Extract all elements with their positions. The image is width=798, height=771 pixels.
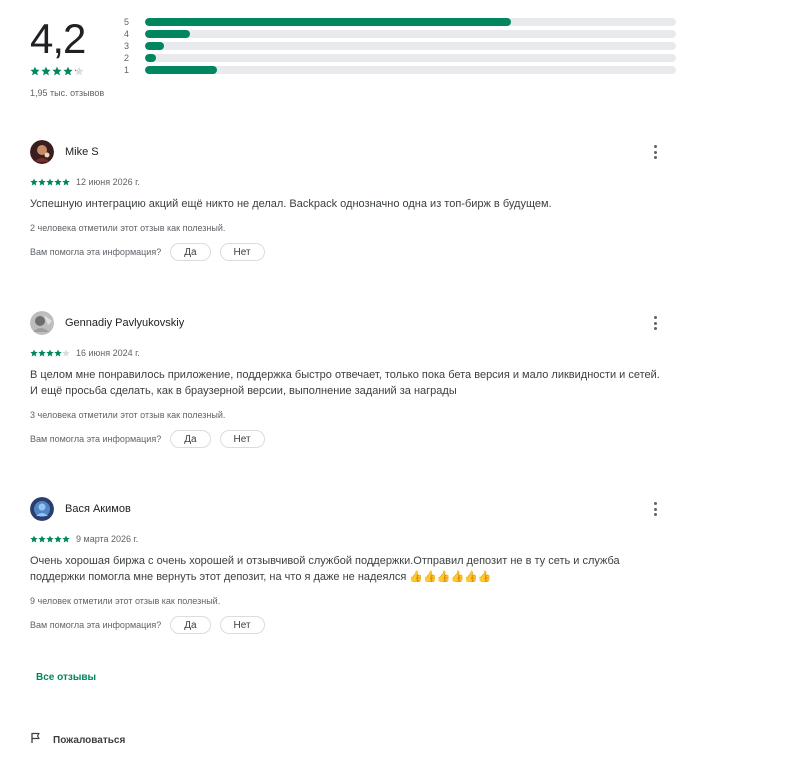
average-stars <box>30 66 104 78</box>
review-author: Вася Акимов <box>65 503 131 515</box>
distribution-track <box>145 30 676 38</box>
star-icon <box>30 66 40 76</box>
star-icon <box>74 66 84 76</box>
star-icon <box>38 349 46 357</box>
review-date: 9 марта 2026 г. <box>76 534 139 544</box>
star-icon <box>41 66 51 76</box>
star-icon <box>62 349 70 357</box>
star-icon <box>30 349 38 357</box>
star-icon <box>63 66 73 76</box>
flag-icon <box>30 731 42 749</box>
all-reviews-link[interactable]: Все отзывы <box>36 672 96 683</box>
review-author: Gennadiy Pavlyukovskiy <box>65 317 185 329</box>
star-icon <box>54 178 62 186</box>
helpful-question: Вам помогла эта информация? <box>30 247 162 257</box>
star-icon <box>38 535 46 543</box>
review-count: 1,95 тыс. отзывов <box>30 88 105 98</box>
star-icon <box>46 535 54 543</box>
rating-summary: 4,2 1,95 тыс. отзывов <box>30 14 104 98</box>
helpful-feedback: Вам помогла эта информация? Да Нет <box>30 430 670 448</box>
distribution-label: 2 <box>124 53 130 63</box>
distribution-fill <box>145 54 156 62</box>
no-button[interactable]: Нет <box>219 616 265 634</box>
star-icon <box>52 66 62 76</box>
avatar <box>30 311 54 335</box>
distribution-track <box>145 54 676 62</box>
star-icon <box>46 349 54 357</box>
review-date: 12 июня 2026 г. <box>76 177 140 187</box>
yes-button[interactable]: Да <box>170 430 211 448</box>
yes-button[interactable]: Да <box>170 243 211 261</box>
distribution-fill <box>145 18 512 26</box>
review-header: Вася Акимов <box>30 496 670 522</box>
distribution-row: 2 <box>124 52 676 64</box>
distribution-row: 1 <box>124 64 676 76</box>
review-stars <box>30 349 70 357</box>
helpful-count: 2 человека отметили этот отзыв как полез… <box>30 223 226 233</box>
report-label: Пожаловаться <box>53 734 126 746</box>
distribution-track <box>145 18 676 26</box>
distribution-label: 4 <box>124 29 130 39</box>
review-date: 16 июня 2024 г. <box>76 348 140 358</box>
review-meta: 16 июня 2024 г. <box>30 347 670 359</box>
distribution-row: 4 <box>124 28 676 40</box>
review-stars <box>30 535 70 543</box>
reviews-page: 4,2 1,95 тыс. отзывов 5 4 3 2 1 Mike S 12 ию… <box>0 0 798 771</box>
star-icon <box>62 535 70 543</box>
distribution-fill <box>145 30 191 38</box>
review-card: Gennadiy Pavlyukovskiy 16 июня 2024 г. В… <box>30 310 670 448</box>
distribution-row: 5 <box>124 16 676 28</box>
more-vert-icon[interactable] <box>648 502 662 516</box>
more-vert-icon[interactable] <box>648 145 662 159</box>
no-button[interactable]: Нет <box>219 243 265 261</box>
helpful-question: Вам помогла эта информация? <box>30 434 162 444</box>
review-stars <box>30 178 70 186</box>
yes-button[interactable]: Да <box>170 616 211 634</box>
review-author: Mike S <box>65 146 99 158</box>
more-vert-icon[interactable] <box>648 316 662 330</box>
report-button[interactable]: Пожаловаться <box>30 731 125 749</box>
review-header: Mike S <box>30 139 670 165</box>
helpful-question: Вам помогла эта информация? <box>30 620 162 630</box>
no-button[interactable]: Нет <box>219 430 265 448</box>
review-text: Очень хорошая биржа с очень хорошей и от… <box>30 555 620 583</box>
star-icon <box>54 535 62 543</box>
distribution-fill <box>145 42 164 50</box>
review-text: В целом мне понравилось приложение, подд… <box>30 369 660 397</box>
distribution-track <box>145 66 676 74</box>
distribution-fill <box>145 66 217 74</box>
review-card: Вася Акимов 9 марта 2026 г. Очень хороша… <box>30 496 670 634</box>
review-card: Mike S 12 июня 2026 г. Успешную интеграц… <box>30 139 670 261</box>
star-icon <box>62 178 70 186</box>
star-icon <box>30 178 38 186</box>
distribution-track <box>145 42 676 50</box>
distribution-label: 3 <box>124 41 130 51</box>
star-icon <box>30 535 38 543</box>
review-meta: 9 марта 2026 г. <box>30 533 670 545</box>
review-text: Успешную интеграцию акций ещё никто не д… <box>30 198 552 210</box>
distribution-label: 1 <box>124 65 130 75</box>
star-icon <box>54 349 62 357</box>
helpful-feedback: Вам помогла эта информация? Да Нет <box>30 616 670 634</box>
helpful-feedback: Вам помогла эта информация? Да Нет <box>30 243 670 261</box>
rating-distribution: 5 4 3 2 1 <box>124 16 676 76</box>
review-meta: 12 июня 2026 г. <box>30 176 670 188</box>
distribution-label: 5 <box>124 17 130 27</box>
distribution-row: 3 <box>124 40 676 52</box>
avatar <box>30 497 54 521</box>
star-icon <box>46 178 54 186</box>
average-score: 4,2 <box>30 15 86 62</box>
helpful-count: 3 человека отметили этот отзыв как полез… <box>30 410 226 420</box>
star-icon <box>38 178 46 186</box>
review-header: Gennadiy Pavlyukovskiy <box>30 310 670 336</box>
helpful-count: 9 человек отметили этот отзыв как полезн… <box>30 596 221 606</box>
avatar <box>30 140 54 164</box>
